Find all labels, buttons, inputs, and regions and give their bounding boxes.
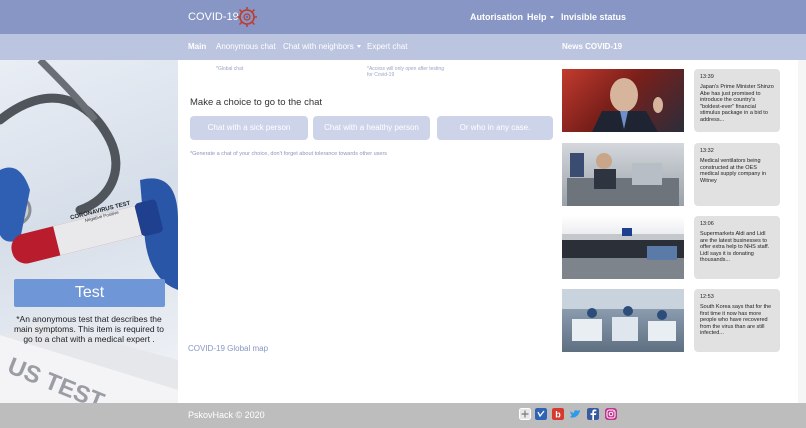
test-hero-panel: US TEST CORONAVIRUS TEST Negative Positi… [0, 60, 178, 403]
hint-access: *Access will only open after testing for… [367, 66, 444, 78]
news-image[interactable] [562, 289, 684, 352]
news-image[interactable] [562, 216, 684, 279]
plus-icon[interactable] [519, 408, 531, 420]
news-text: Supermarkets Aldi and Lidl are the lates… [700, 231, 770, 263]
news-image[interactable] [562, 69, 684, 132]
news-text: Japan's Prime Minister Shinzo Abe has ju… [700, 84, 774, 123]
news-image[interactable] [562, 143, 684, 206]
news-time: 13:39 [700, 74, 714, 80]
copyright: PskovHack © 2020 [188, 410, 265, 420]
chat-healthy-person-button[interactable]: Chat with a healthy person [313, 116, 430, 140]
news-photo-hospital [562, 289, 684, 341]
news-card[interactable]: 13:32 Medical ventilators being construc… [694, 143, 780, 206]
nav-invisible-status[interactable]: Invisible status [561, 12, 626, 22]
news-photo-supermarket [562, 228, 684, 279]
facebook-icon[interactable] [587, 408, 599, 420]
chat-any-case-button[interactable]: Or who in any case. [437, 116, 553, 140]
tab-neighbors-label: Chat with neighbors [283, 42, 354, 51]
news-time: 12:53 [700, 294, 714, 300]
news-time: 13:06 [700, 221, 714, 227]
news-card[interactable]: 12:53 South Korea says that for the firs… [694, 289, 780, 352]
global-map-link[interactable]: COVID-19 Global map [188, 344, 268, 353]
nav-help-label: Help [527, 12, 547, 22]
tab-news[interactable]: News COVID-19 [562, 42, 622, 51]
coronavirus-test-illustration: US TEST [0, 60, 178, 403]
tab-expert-chat[interactable]: Expert chat [367, 42, 407, 51]
chat-sick-person-button[interactable]: Chat with a sick person [190, 116, 308, 140]
footer: PskovHack © 2020 b [0, 403, 806, 428]
nav-help[interactable]: Help [527, 12, 554, 22]
top-header: COVID-19 Autorisation Help Invisible sta… [0, 0, 806, 34]
twitter-icon[interactable] [569, 408, 581, 420]
news-card[interactable]: 13:39 Japan's Prime Minister Shinzo Abe … [694, 69, 780, 132]
news-scrollbar[interactable] [798, 60, 806, 403]
brand-title[interactable]: COVID-19 [188, 11, 239, 23]
news-text: Medical ventilators being constructed at… [700, 158, 767, 184]
instagram-icon[interactable] [605, 408, 617, 420]
virus-logo-icon[interactable] [236, 6, 258, 28]
chevron-down-icon [549, 16, 554, 20]
vk-icon[interactable] [535, 408, 547, 420]
news-time: 13:32 [700, 148, 714, 154]
tab-anonymous-chat[interactable]: Anonymous chat [216, 42, 276, 51]
nav-autorisation[interactable]: Autorisation [470, 12, 523, 22]
svg-text:b: b [555, 410, 561, 420]
news-card[interactable]: 13:06 Supermarkets Aldi and Lidl are the… [694, 216, 780, 279]
chat-choice-hint: *Generate a chat of your choice, don't f… [190, 151, 388, 157]
test-description: *An anonymous test that describes the ma… [13, 314, 165, 344]
b-icon[interactable]: b [552, 408, 564, 420]
tab-chat-with-neighbors[interactable]: Chat with neighbors [283, 42, 361, 51]
chat-choice-title: Make a choice to go to the chat [190, 97, 323, 108]
news-text: South Korea says that for the first time… [700, 304, 772, 336]
sub-navigation: Main Anonymous chat Chat with neighbors … [0, 34, 806, 60]
test-button[interactable]: Test [14, 279, 165, 307]
news-photo-ventilators [567, 153, 679, 206]
hint-global-chat: *Global chat [216, 66, 244, 72]
tab-main[interactable]: Main [188, 42, 206, 51]
news-photo-prime-minister [592, 78, 663, 132]
chevron-down-icon [356, 45, 361, 49]
